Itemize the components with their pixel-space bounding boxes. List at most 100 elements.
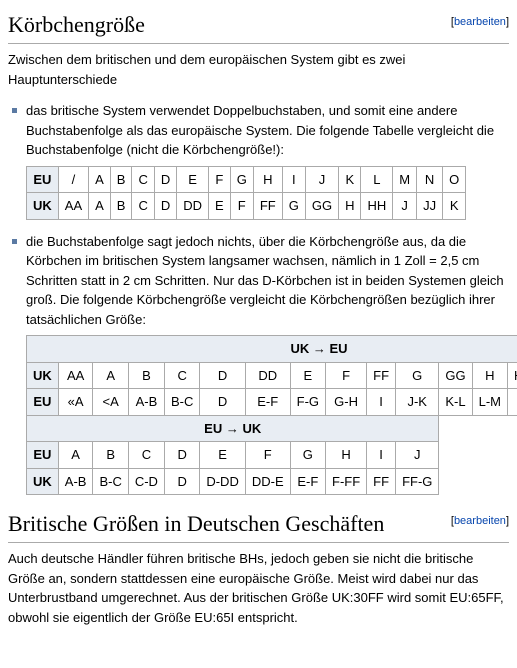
table-cell: G <box>396 362 439 389</box>
bullet-doppelbuchstaben: das britische System verwendet Doppelbuc… <box>26 101 509 220</box>
row-header: UK <box>27 468 59 495</box>
bullet1-text: das britische System verwendet Doppelbuc… <box>26 103 494 157</box>
table-cell: I <box>282 166 305 193</box>
table-cell: HH <box>361 193 393 220</box>
table-cell: F <box>326 362 367 389</box>
table-cell: G <box>282 193 305 220</box>
section-heading-britische-groessen: Britische Größen in Deutschen Geschäften <box>8 507 509 543</box>
table-cell: FF <box>253 193 282 220</box>
table-cell: J <box>305 166 338 193</box>
table-cell: I <box>367 442 396 469</box>
section-heading-koerbchengroesse: Körbchengröße <box>8 8 509 44</box>
table-cell: C <box>128 442 164 469</box>
table-cell: E-F <box>290 468 325 495</box>
table-row: EU/ABCDEFGHIJKLMNO <box>27 166 466 193</box>
row-header: EU <box>27 389 59 416</box>
table-cell: F-FF <box>326 468 367 495</box>
table-cell: E <box>177 166 209 193</box>
table-cell: HH <box>508 362 517 389</box>
table-row: UKAAABCDDDEFFFGGGHHHJJJK <box>27 193 466 220</box>
row-header: UK <box>27 193 59 220</box>
table-cell: H <box>472 362 507 389</box>
table-cell: DD-E <box>245 468 290 495</box>
table-cell: M <box>393 166 417 193</box>
table-cell: B-C <box>164 389 199 416</box>
table-cell: N <box>508 389 517 416</box>
table-cell: F-G <box>290 389 325 416</box>
table-cell: A-B <box>58 468 93 495</box>
table-cell: «A <box>58 389 93 416</box>
table-buchstabenfolge: EU/ABCDEFGHIJKLMNO UKAAABCDDDEFFFGGGHHHJ… <box>26 166 466 220</box>
table-cell: D <box>154 193 176 220</box>
table-row: UKAAABCDDDEFFFGGGHHHJJJ <box>27 362 517 389</box>
bullet-koerbchengroesse: die Buchstabenfolge sagt jedoch nichts, … <box>26 232 509 496</box>
table-cell: J <box>393 193 417 220</box>
table-cell: C <box>132 166 154 193</box>
intro-paragraph: Zwischen dem britischen und dem europäis… <box>8 50 509 89</box>
table-cell: O <box>443 166 466 193</box>
table-cell: A <box>93 362 128 389</box>
table-cell: GG <box>439 362 472 389</box>
table-row: EU«A<AA-BB-CDE-FF-GG-HIJ-KK-LL-MNO-PP-Q <box>27 389 517 416</box>
table-cell: D <box>164 442 199 469</box>
row-header: EU <box>27 442 59 469</box>
table-cell: E <box>209 193 231 220</box>
table-cell: A <box>89 166 111 193</box>
table-cell: FF <box>367 468 396 495</box>
table-cell: H <box>253 166 282 193</box>
table-row: UKA-BB-CC-DDD-DDDD-EE-FF-FFFFFF-G <box>27 468 517 495</box>
table-cell: G <box>290 442 325 469</box>
header-eu-to-uk: EU → UK <box>27 415 439 442</box>
table-cell: K <box>339 166 361 193</box>
table-cell: I <box>367 389 396 416</box>
table-cell: E <box>200 442 246 469</box>
table-cell: JJ <box>417 193 443 220</box>
table-cell: FF-G <box>396 468 439 495</box>
row-header: UK <box>27 362 59 389</box>
table-cell: B <box>93 442 128 469</box>
table-cell: A <box>58 442 93 469</box>
table-cell: B <box>110 193 132 220</box>
table-cell: E-F <box>245 389 290 416</box>
table-cell: K-L <box>439 389 472 416</box>
table-cell: D <box>200 389 246 416</box>
table-cell: J-K <box>396 389 439 416</box>
section2-paragraph: Auch deutsche Händler führen britische B… <box>8 549 509 627</box>
table-cell: L-M <box>472 389 507 416</box>
table-cell: A-B <box>128 389 164 416</box>
table-uk-eu-conversion: UK → EU UKAAABCDDDEFFFGGGHHHJJJ EU«A<AA-… <box>26 335 517 495</box>
bullet2-text: die Buchstabenfolge sagt jedoch nichts, … <box>26 234 504 327</box>
table-cell: D <box>200 362 246 389</box>
table-cell: D-DD <box>200 468 246 495</box>
table-cell: D <box>164 468 199 495</box>
table-cell: F <box>209 166 231 193</box>
table-cell: C <box>164 362 199 389</box>
table-cell: <A <box>93 389 128 416</box>
table-row: EUABCDEFGHIJ <box>27 442 517 469</box>
table-cell: F <box>230 193 253 220</box>
table-cell: DD <box>177 193 209 220</box>
table-cell: G <box>230 166 253 193</box>
table-cell: DD <box>245 362 290 389</box>
table-cell: H <box>326 442 367 469</box>
table-cell: H <box>339 193 361 220</box>
table-cell: J <box>396 442 439 469</box>
table-cell: L <box>361 166 393 193</box>
table-cell: D <box>154 166 176 193</box>
table-cell: E <box>290 362 325 389</box>
table-cell: F <box>245 442 290 469</box>
table-cell: N <box>417 166 443 193</box>
table-cell: AA <box>58 193 88 220</box>
table-cell: B <box>110 166 132 193</box>
table-cell: B-C <box>93 468 128 495</box>
table-cell: / <box>58 166 88 193</box>
header-uk-to-eu: UK → EU <box>27 336 517 363</box>
row-header: EU <box>27 166 59 193</box>
table-cell: C-D <box>128 468 164 495</box>
table-cell: K <box>443 193 466 220</box>
table-cell: C <box>132 193 154 220</box>
table-cell: GG <box>305 193 338 220</box>
table-cell: B <box>128 362 164 389</box>
table-cell: AA <box>58 362 93 389</box>
table-cell: A <box>89 193 111 220</box>
